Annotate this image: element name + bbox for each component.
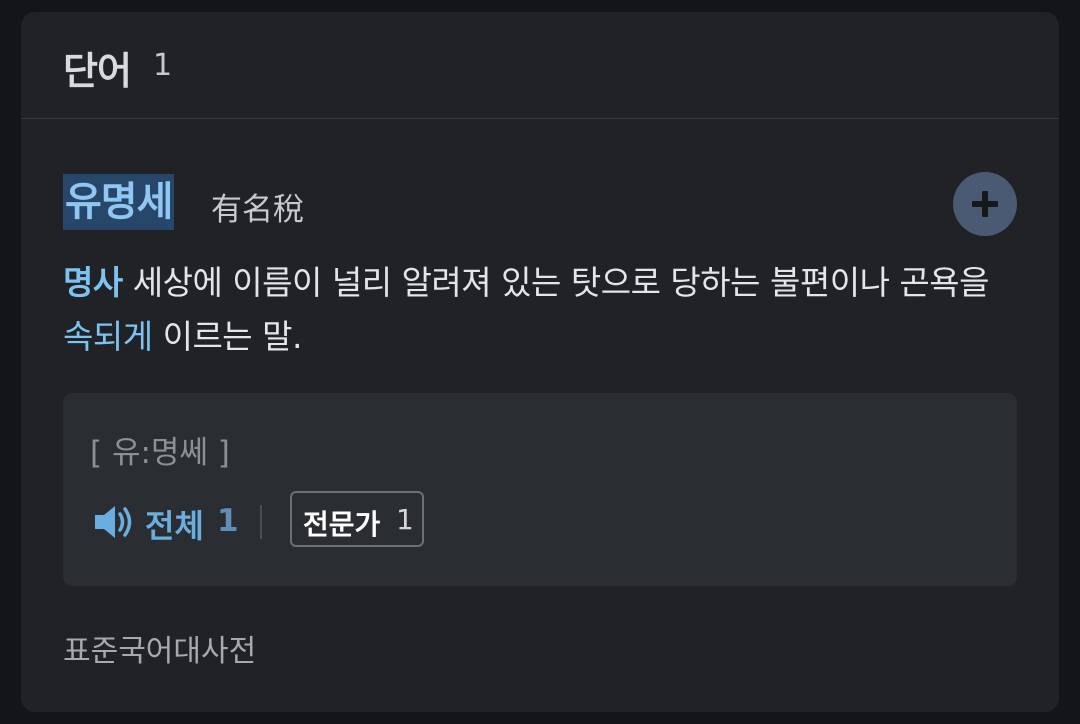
dictionary-card: 단어 1 유명세 有名稅 명사 세상에 이름이 널리 알려져 있는 탓으로 당하…	[21, 12, 1059, 712]
definition-part: 이르는 말.	[152, 317, 303, 356]
speaker-icon[interactable]	[93, 503, 137, 541]
definition-text: 명사 세상에 이름이 널리 알려져 있는 탓으로 당하는 불편이나 곤욕을 속되…	[63, 256, 1023, 364]
result-count: 1	[153, 48, 173, 83]
headword: 유명세	[63, 174, 175, 230]
dictionary-source[interactable]: 표준국어대사전	[63, 626, 256, 670]
pronunciation-text: [ 유:명쎄 ]	[90, 435, 230, 471]
plus-circle-icon	[972, 191, 998, 217]
expert-label: 전문가	[303, 508, 381, 541]
definition-link[interactable]: 속되게	[63, 317, 153, 356]
expert-count: 1	[396, 503, 414, 536]
card-header: 단어 1	[21, 12, 1059, 119]
part-of-speech: 명사	[63, 263, 123, 302]
divider	[260, 505, 262, 539]
section-title: 단어	[63, 49, 132, 93]
pronunciation-box: [ 유:명쎄 ] 전체 1 전문가 1	[63, 393, 1017, 586]
definition-part: 세상에 이름이 널리 알려져 있는 탓으로 당하는 불편이나 곤욕을	[122, 263, 990, 302]
hanja-text: 有名稅	[211, 192, 304, 228]
audio-all-count: 1	[217, 503, 239, 539]
audio-all-label[interactable]: 전체	[145, 501, 204, 547]
expert-audio-button[interactable]: 전문가 1	[290, 491, 424, 547]
audio-row: 전체 1 전문가 1	[93, 491, 993, 551]
add-to-wordbook-button[interactable]	[953, 172, 1017, 236]
